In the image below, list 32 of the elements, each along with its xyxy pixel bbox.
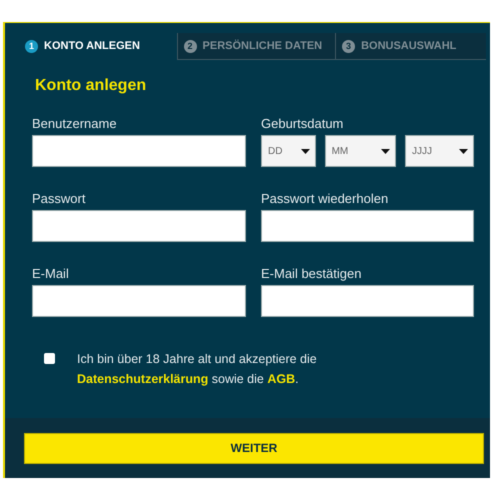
year-select[interactable]: JJJJ [405,135,474,167]
input-field[interactable] [32,210,246,242]
field-label: Benutzername [32,116,117,131]
field-label: Passwort [32,191,86,206]
input-field[interactable] [32,135,246,167]
consent-checkbox[interactable] [44,353,55,364]
step-number: 3 [342,40,356,52]
tab-label: PERSÖNLICHE DATEN [202,40,322,52]
step-tab[interactable]: 1 KONTO ANLEGEN [19,33,177,60]
field-label: E-Mail [32,266,69,281]
tab-label: KONTO ANLEGEN [44,40,140,52]
field-label: E-Mail bestätigen [261,266,362,281]
input-field[interactable] [261,285,474,317]
caret-icon [381,148,390,154]
continue-button[interactable]: WEITER [24,432,484,464]
field-label: Passwort wiederholen [261,191,388,206]
step-tab[interactable]: 2 PERSÖNLICHE DATEN [176,33,336,60]
step-number: 1 [25,40,38,52]
consent-link[interactable]: Datenschutzerklärung [77,372,208,386]
caret-icon [459,148,468,154]
step-number: 2 [184,40,197,52]
field-label: Geburtsdatum [261,116,344,131]
tab-label: BONUSAUSWAHL [361,40,456,52]
step-tab[interactable]: 3 BONUSAUSWAHL [335,33,486,60]
consent-link[interactable]: AGB [267,372,296,386]
consent-text: Ich bin über 18 Jahre alt und akzeptiere die Datenschutzerklärung sowie die AGB. [77,351,318,388]
month-select[interactable]: MM [324,135,396,167]
input-field[interactable] [261,210,474,242]
input-field[interactable] [32,285,246,317]
caret-icon [300,148,310,154]
day-select[interactable]: DD [261,135,316,167]
form-heading: Konto anlegen [35,77,148,95]
